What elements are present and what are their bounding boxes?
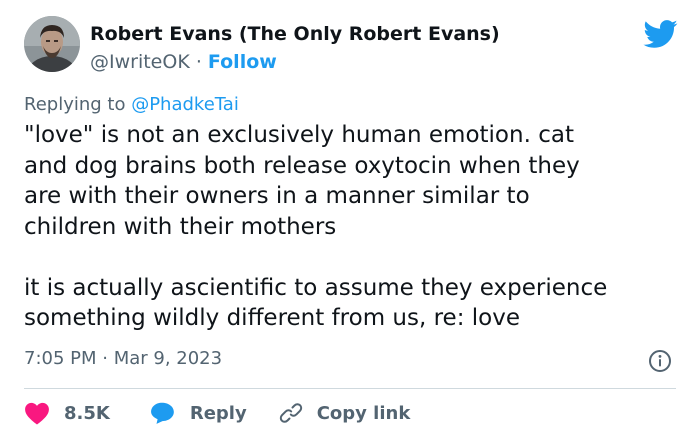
tweet-timestamp[interactable]: 7:05 PM · Mar 9, 2023 (24, 346, 222, 372)
author-display-name[interactable]: Robert Evans (The Only Robert Evans) (90, 20, 500, 48)
replying-to-prefix: Replying to (24, 94, 132, 115)
author-handle[interactable]: @IwriteOK (90, 51, 190, 73)
tweet-actions: 8.5K Reply Copy link (24, 398, 410, 428)
link-icon (279, 403, 302, 423)
replying-to-mention[interactable]: @PhadkeTai (131, 94, 239, 115)
like-button[interactable]: 8.5K (24, 401, 110, 425)
author-block: Robert Evans (The Only Robert Evans) @Iw… (90, 20, 500, 76)
tweet-text: "love" is not an exclusively human emoti… (24, 122, 608, 331)
info-icon[interactable] (648, 349, 672, 373)
replying-to-line: Replying to @PhadkeTai (24, 92, 239, 118)
avatar[interactable] (24, 16, 80, 72)
author-handle-line: @IwriteOK · Follow (90, 48, 500, 76)
reply-label: Reply (189, 402, 247, 424)
copy-link-button[interactable]: Copy link (279, 401, 411, 425)
copy-link-label: Copy link (316, 402, 411, 424)
like-count: 8.5K (64, 402, 110, 424)
avatar-photo (24, 16, 80, 72)
heart-icon (25, 402, 49, 425)
twitter-bird-icon[interactable] (642, 16, 678, 52)
speech-bubble-icon (150, 402, 174, 424)
divider (24, 388, 676, 389)
tweet-embed: Robert Evans (The Only Robert Evans) @Iw… (0, 0, 700, 439)
handle-separator: · (189, 51, 208, 73)
reply-button[interactable]: Reply (150, 401, 247, 425)
follow-link[interactable]: Follow (208, 51, 277, 73)
